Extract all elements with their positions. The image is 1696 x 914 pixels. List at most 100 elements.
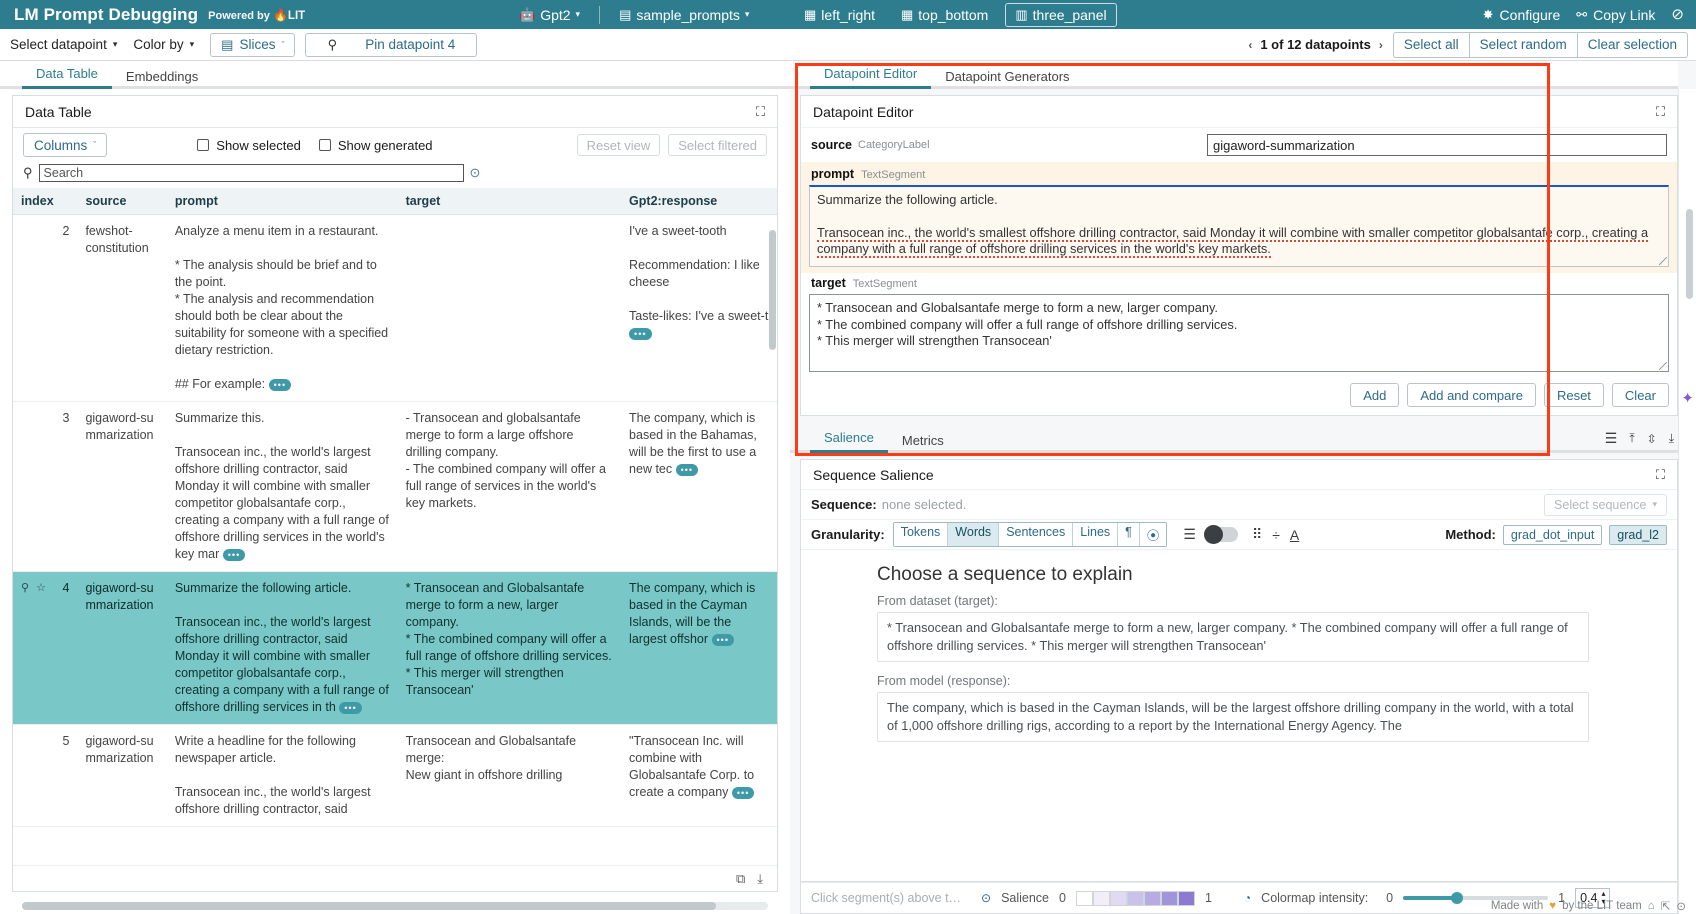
grid-view-icon[interactable]: ⠿ <box>1252 526 1262 543</box>
info-icon[interactable]: ⊙ <box>1676 899 1686 913</box>
question-circle-icon[interactable]: ⊘ <box>1671 7 1684 22</box>
prompt-field-textarea[interactable]: Summarize the following article. Transoc… <box>809 185 1669 267</box>
show-selected-checkbox[interactable]: Show selected <box>197 138 301 153</box>
search-icon: ⚲ <box>23 165 33 181</box>
download-icon[interactable]: ⤓ <box>757 871 763 887</box>
truncation-ellipsis-icon[interactable]: ••• <box>712 634 734 646</box>
star-icon[interactable]: ☆ <box>36 580 46 597</box>
cell-response-text: I've a sweet-tooth Recommendation: I lik… <box>629 224 768 323</box>
add-button[interactable]: Add <box>1350 383 1399 407</box>
granularity-sentences-button[interactable]: Sentences <box>999 523 1073 546</box>
granularity-paragraph-icon[interactable]: ¶ <box>1118 523 1140 546</box>
column-header-source[interactable]: source <box>77 188 166 215</box>
truncation-ellipsis-icon[interactable]: ••• <box>676 464 698 476</box>
vertical-scrollbar[interactable] <box>1686 209 1693 299</box>
display-mode-toggle[interactable] <box>1204 527 1238 542</box>
layout-left-right-button[interactable]: ▦ left_right <box>795 4 884 26</box>
dataset-selector[interactable]: ▤ sample_prompts ▾ <box>610 4 758 26</box>
reset-view-button[interactable]: Reset view <box>577 134 661 156</box>
sparkle-icon[interactable]: ✦ <box>1681 389 1694 407</box>
layout-three-panel-button[interactable]: ▥ three_panel <box>1005 3 1116 27</box>
method-grad-l2-button[interactable]: grad_l2 <box>1609 525 1667 545</box>
source-field-input[interactable] <box>1207 134 1667 156</box>
column-header-prompt[interactable]: prompt <box>167 188 398 215</box>
pin-icon[interactable]: ⚲ <box>21 580 29 597</box>
dataset-icon: ▤ <box>619 8 631 21</box>
color-by-dropdown[interactable]: Color by ▾ <box>133 37 194 52</box>
font-size-icon[interactable]: A <box>1290 527 1299 543</box>
column-header-index[interactable]: index <box>13 188 77 215</box>
share-icon[interactable]: ⇱ <box>1661 899 1671 913</box>
column-header-response[interactable]: Gpt2:response <box>621 188 777 215</box>
granularity-all-icon[interactable]: ⦿ <box>1140 523 1167 546</box>
resize-handle[interactable] <box>1659 362 1667 370</box>
table-row[interactable]: ⚲ ☆ 4 gigaword-summarization Summarize t… <box>13 572 777 725</box>
slider-knob[interactable] <box>1451 892 1463 904</box>
expand-icon[interactable]: ⛶ <box>1656 104 1665 120</box>
reset-button[interactable]: Reset <box>1544 383 1604 407</box>
select-all-button[interactable]: Select all <box>1393 32 1469 58</box>
normalize-icon[interactable]: ÷ <box>1272 527 1280 543</box>
granularity-lines-button[interactable]: Lines <box>1073 523 1118 546</box>
copy-icon[interactable]: ⧉ <box>736 871 745 887</box>
data-table-scroll-area[interactable]: index source prompt target Gpt2:response… <box>13 188 777 865</box>
column-header-target[interactable]: target <box>398 188 621 215</box>
granularity-row: Granularity: Tokens Words Sentences Line… <box>801 520 1677 550</box>
from-dataset-option[interactable]: * Transocean and Globalsantafe merge to … <box>877 612 1589 662</box>
clear-selection-button[interactable]: Clear selection <box>1577 32 1688 58</box>
show-generated-checkbox[interactable]: Show generated <box>319 138 433 153</box>
collapse-up-icon[interactable]: ⤒ <box>1629 431 1634 446</box>
expand-icon[interactable]: ⛶ <box>1656 467 1665 483</box>
select-filtered-button[interactable]: Select filtered <box>668 134 767 156</box>
configure-button[interactable]: ✸ Configure <box>1483 7 1561 23</box>
model-selector[interactable]: 🤖 Gpt2 ▾ <box>510 4 589 26</box>
help-icon[interactable]: ⊙ <box>470 165 481 181</box>
footer-note-suffix: by the LIT team <box>1562 900 1642 912</box>
target-field-textarea[interactable]: * Transocean and Globalsantafe merge to … <box>809 294 1669 372</box>
tab-data-table[interactable]: Data Table <box>22 63 112 89</box>
select-sequence-button[interactable]: Select sequence ▾ <box>1544 494 1667 516</box>
expand-icon[interactable]: ⛶ <box>756 104 765 120</box>
select-random-button[interactable]: Select random <box>1469 32 1577 58</box>
tab-salience[interactable]: Salience <box>810 427 888 453</box>
layout-top-bottom-button[interactable]: ▦ top_bottom <box>892 4 997 26</box>
prev-datapoint-button[interactable]: ‹ <box>1248 38 1252 52</box>
truncation-ellipsis-icon[interactable]: ••• <box>629 328 651 340</box>
copy-link-button[interactable]: ⚯ Copy Link <box>1576 7 1655 23</box>
github-icon[interactable]: ⌂ <box>1648 900 1655 912</box>
center-icon[interactable]: ⇳ <box>1647 432 1657 446</box>
layout-three-panel-label: three_panel <box>1033 7 1107 23</box>
tab-datapoint-editor[interactable]: Datapoint Editor <box>810 63 931 89</box>
granularity-words-button[interactable]: Words <box>948 523 999 546</box>
table-row[interactable]: 5 gigaword-summarization Write a headlin… <box>13 725 777 827</box>
tab-embeddings[interactable]: Embeddings <box>112 66 212 89</box>
table-row[interactable]: 2 fewshot-constitution Analyze a menu it… <box>13 215 777 402</box>
next-datapoint-button[interactable]: › <box>1379 38 1383 52</box>
cell-prompt-text: Analyze a menu item in a restaurant. * T… <box>175 224 392 391</box>
method-grad-dot-input-button[interactable]: grad_dot_input <box>1503 525 1602 545</box>
columns-button[interactable]: Columns ˇ <box>23 133 107 157</box>
granularity-tokens-button[interactable]: Tokens <box>894 523 949 546</box>
tab-metrics[interactable]: Metrics <box>888 430 958 453</box>
select-datapoint-dropdown[interactable]: Select datapoint ▾ <box>10 37 117 52</box>
from-model-option[interactable]: The company, which is based in the Cayma… <box>877 692 1589 742</box>
vertical-scrollbar[interactable] <box>769 230 776 350</box>
truncation-ellipsis-icon[interactable]: ••• <box>223 549 245 561</box>
truncation-ellipsis-icon[interactable]: ••• <box>269 379 291 391</box>
truncation-ellipsis-icon[interactable]: ••• <box>732 787 754 799</box>
search-input[interactable] <box>39 164 464 182</box>
table-row[interactable]: 3 gigaword-summarization Summarize this.… <box>13 402 777 572</box>
tab-datapoint-generators[interactable]: Datapoint Generators <box>931 66 1083 89</box>
resize-handle[interactable] <box>1659 257 1667 265</box>
horizontal-scrollbar[interactable] <box>22 902 768 910</box>
pin-datapoint-button[interactable]: ⚲ Pin datapoint 4 <box>305 33 477 57</box>
truncation-ellipsis-icon[interactable]: ••• <box>339 702 361 714</box>
data-table-search-row: ⚲ ⊙ <box>13 162 777 188</box>
salience-info-icon[interactable]: ⊙ <box>981 891 991 905</box>
drag-handle-icon[interactable]: ☰ <box>1605 430 1618 447</box>
add-and-compare-button[interactable]: Add and compare <box>1407 383 1536 407</box>
lines-display-icon[interactable]: ☰ <box>1183 526 1196 543</box>
slices-button[interactable]: ▤ Slices ˇ <box>210 33 295 57</box>
collapse-down-icon[interactable]: ⤓ <box>1669 431 1674 446</box>
clear-button[interactable]: Clear <box>1612 383 1669 407</box>
